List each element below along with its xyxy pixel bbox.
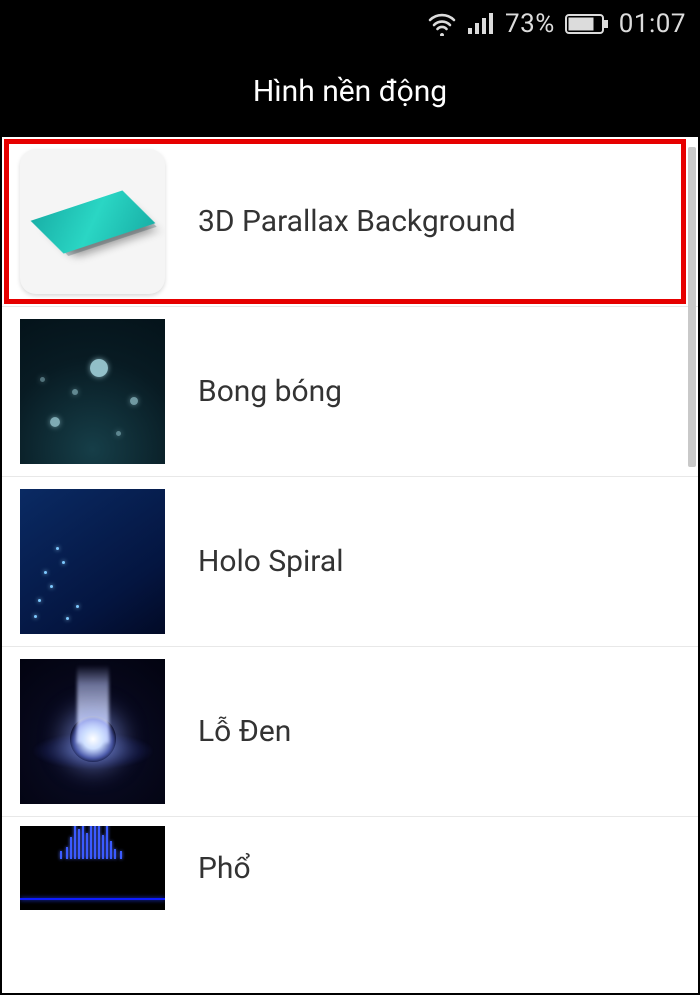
wallpaper-item-bong-bong[interactable]: Bong bóng [2,307,698,477]
wallpaper-item-pho[interactable]: Phổ [2,817,698,919]
wallpaper-thumbnail [20,826,165,910]
wallpaper-item-lo-den[interactable]: Lỗ Đen [2,647,698,817]
cell-signal-icon [467,12,495,36]
wallpaper-item-3d-parallax[interactable]: 3D Parallax Background [2,137,698,307]
scrollbar[interactable] [688,147,696,983]
battery-percent: 73% [505,9,555,39]
wallpaper-list[interactable]: 3D Parallax Background Bong bóng Holo Sp… [2,137,698,919]
page-title: Hình nền động [253,74,447,109]
wifi-icon [427,12,457,36]
status-clock: 01:07 [619,9,686,39]
wallpaper-list-container: 3D Parallax Background Bong bóng Holo Sp… [2,137,698,993]
scrollbar-thumb[interactable] [688,147,696,467]
title-area: Hình nền động [2,46,698,137]
wallpaper-label: Phổ [198,851,251,886]
wallpaper-label: Bong bóng [198,374,342,409]
wallpaper-thumbnail [20,149,165,294]
status-bar: 73% 01:07 [2,2,698,46]
battery-icon [565,13,609,35]
wallpaper-thumbnail [20,319,165,464]
wallpaper-thumbnail [20,489,165,634]
wallpaper-label: Lỗ Đen [198,714,291,749]
wallpaper-label: Holo Spiral [198,544,344,579]
wallpaper-label: 3D Parallax Background [198,204,516,239]
wallpaper-thumbnail [20,659,165,804]
wallpaper-item-holo-spiral[interactable]: Holo Spiral [2,477,698,647]
app-header: 73% 01:07 Hình nền động [2,2,698,137]
